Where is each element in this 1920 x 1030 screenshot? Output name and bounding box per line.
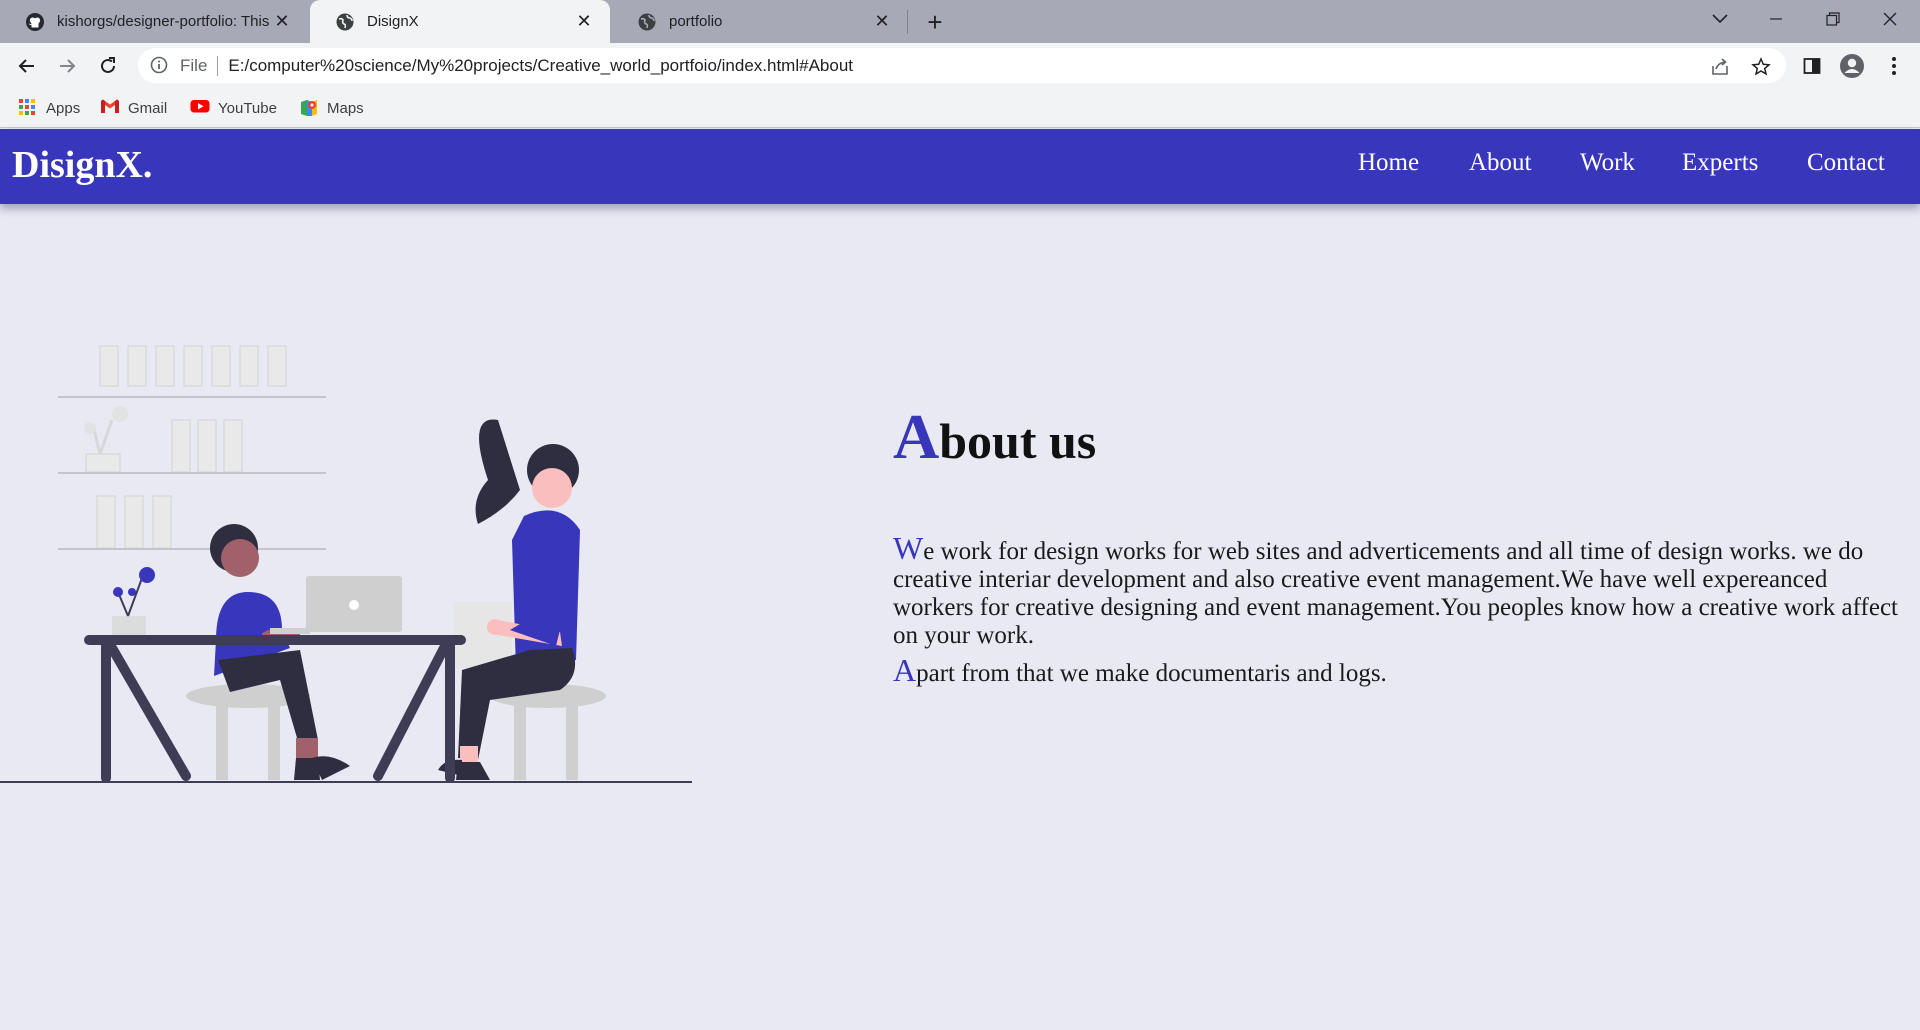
omnibox-divider [217, 55, 219, 76]
browser-toolbar: File E:/computer%20science/My%20projects… [0, 43, 1920, 88]
bookmark-label: Apps [46, 99, 81, 117]
address-bar[interactable]: File E:/computer%20science/My%20projects… [138, 48, 1786, 83]
nav-link-about[interactable]: About [1469, 149, 1532, 177]
bookmark-youtube[interactable]: YouTube [190, 97, 277, 119]
restore-button[interactable] [1805, 0, 1861, 38]
about-paragraph: We work for design works for web sites a… [893, 532, 1903, 650]
menu-button[interactable] [1878, 50, 1910, 82]
kebab-menu-icon [1892, 57, 1896, 75]
browser-tab-disignx[interactable]: DisignX ✕ [310, 0, 610, 43]
new-tab-button[interactable]: + [921, 7, 949, 37]
tab-title: portfolio [669, 13, 723, 30]
bookmark-label: Maps [327, 99, 364, 117]
bookmark-label: YouTube [218, 99, 277, 117]
about-paragraph-secondary: Apart from that we make documentaris and… [893, 654, 1903, 688]
close-tab-icon[interactable]: ✕ [272, 11, 292, 32]
maps-icon [299, 98, 319, 118]
scheme-label: File [180, 55, 208, 75]
profile-button[interactable] [1836, 50, 1868, 82]
paragraph-text: part from that we make documentaris and … [916, 660, 1387, 687]
nav-link-work[interactable]: Work [1580, 149, 1635, 177]
bookmark-label: Gmail [128, 99, 168, 117]
tab-title: kishorgs/designer-portfolio: This [57, 13, 270, 30]
reload-icon [101, 57, 115, 73]
tab-search-button[interactable] [1692, 0, 1748, 38]
paragraph-initial: A [893, 652, 917, 688]
gmail-icon [100, 98, 120, 118]
side-panel-icon [1803, 58, 1821, 74]
coworkers-illustration [0, 345, 692, 783]
paragraph-initial: W [893, 530, 924, 566]
youtube-icon [190, 98, 210, 118]
nav-link-experts[interactable]: Experts [1682, 149, 1758, 177]
minimize-button[interactable] [1748, 0, 1804, 38]
arrow-left-icon [18, 59, 34, 73]
chevron-down-icon [1712, 14, 1728, 24]
close-window-button[interactable] [1862, 0, 1918, 38]
github-icon [25, 12, 45, 32]
paragraph-text: e work for design works for web sites an… [893, 538, 1898, 649]
tab-title: DisignX [367, 13, 419, 30]
browser-tab-github[interactable]: kishorgs/designer-portfolio: This ✕ [0, 0, 308, 43]
nav-link-contact[interactable]: Contact [1807, 149, 1885, 177]
minimize-icon [1770, 18, 1782, 20]
bookmark-gmail[interactable]: Gmail [100, 97, 167, 119]
url-text[interactable]: E:/computer%20science/My%20projects/Crea… [228, 56, 853, 76]
site-logo[interactable]: DisignX. [12, 143, 152, 187]
close-icon [1883, 12, 1897, 26]
about-heading: About us [893, 400, 1096, 474]
arrow-right-icon [60, 59, 76, 73]
bookmark-maps[interactable]: Maps [299, 97, 364, 119]
browser-tab-portfolio[interactable]: portfolio ✕ [612, 0, 908, 43]
globe-icon [335, 12, 355, 32]
close-tab-icon[interactable]: ✕ [872, 11, 892, 32]
profile-avatar-icon [1840, 54, 1864, 78]
restore-icon [1826, 12, 1840, 26]
tab-divider [907, 10, 908, 34]
about-heading-initial: A [893, 401, 940, 472]
forward-button[interactable] [51, 50, 83, 82]
bookmark-apps[interactable]: Apps [18, 97, 80, 119]
back-button[interactable] [11, 50, 43, 82]
browser-tab-strip: kishorgs/designer-portfolio: This ✕ Disi… [0, 0, 1920, 43]
info-icon[interactable] [150, 56, 170, 76]
apps-grid-icon [18, 98, 38, 118]
globe-icon [637, 12, 657, 32]
site-navbar: DisignX. Home About Work Experts Contact [0, 129, 1920, 204]
nav-link-home[interactable]: Home [1358, 149, 1419, 177]
star-icon[interactable] [1750, 56, 1772, 78]
side-panel-button[interactable] [1796, 50, 1828, 82]
about-heading-rest: bout us [939, 413, 1097, 469]
share-icon[interactable] [1709, 56, 1731, 78]
bookmarks-bar: Apps Gmail YouTube Maps [0, 88, 1920, 128]
close-tab-icon[interactable]: ✕ [574, 11, 594, 32]
reload-button[interactable] [92, 50, 124, 82]
